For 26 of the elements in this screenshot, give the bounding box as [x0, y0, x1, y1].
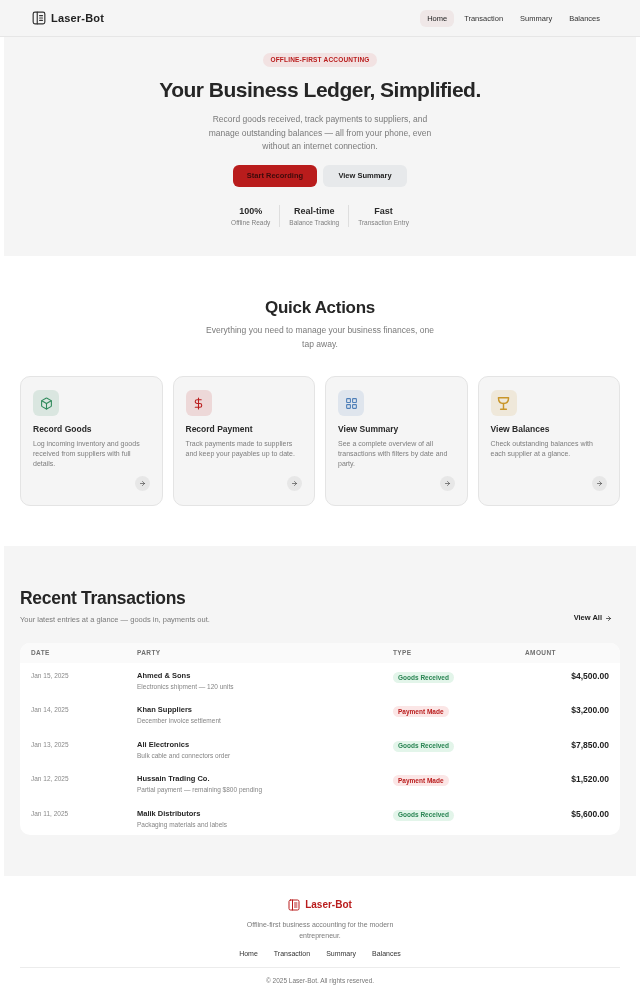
- arrow-right-icon[interactable]: [439, 476, 455, 491]
- section-title: Quick Actions: [265, 297, 375, 319]
- brand-name[interactable]: Laser-Bot: [51, 9, 105, 27]
- stat-value: Fast: [374, 204, 393, 217]
- amount-cell-text: $7,850.00: [570, 739, 609, 750]
- card-title: View Balances: [490, 423, 551, 435]
- arrow-right-icon: [605, 614, 612, 622]
- section-title: Recent Transactions: [20, 587, 187, 609]
- arrow-right-icon[interactable]: [287, 476, 302, 491]
- card-title: Record Goods: [33, 423, 93, 435]
- amount-cell-text: $3,200.00: [570, 705, 609, 716]
- amount-cell-text: $5,600.00: [570, 808, 609, 819]
- arrow-right-icon[interactable]: [134, 476, 150, 491]
- hero-title: Your Business Ledger, Simplified.: [159, 77, 481, 103]
- card-title: Record Payment: [185, 423, 254, 435]
- hero-description: Record goods received, track payments to suppliers, and manage outstanding balances — all from your phone, even without an internet connection.: [207, 113, 433, 153]
- notebook-icon: [288, 899, 301, 911]
- brand-name[interactable]: Laser-Bot: [305, 899, 352, 911]
- arrow-right-icon[interactable]: [592, 476, 607, 491]
- notebook-icon: [32, 11, 46, 25]
- stat-value: 100%: [239, 204, 263, 217]
- amount-cell-text: $1,520.00: [570, 774, 609, 785]
- section-subtitle: Everything you need to manage your business finances, one tap away.: [205, 324, 435, 351]
- stat-value: Real-time: [294, 204, 335, 217]
- card-title: View Summary: [338, 423, 400, 435]
- amount-cell-text: $4,500.00: [570, 671, 609, 681]
